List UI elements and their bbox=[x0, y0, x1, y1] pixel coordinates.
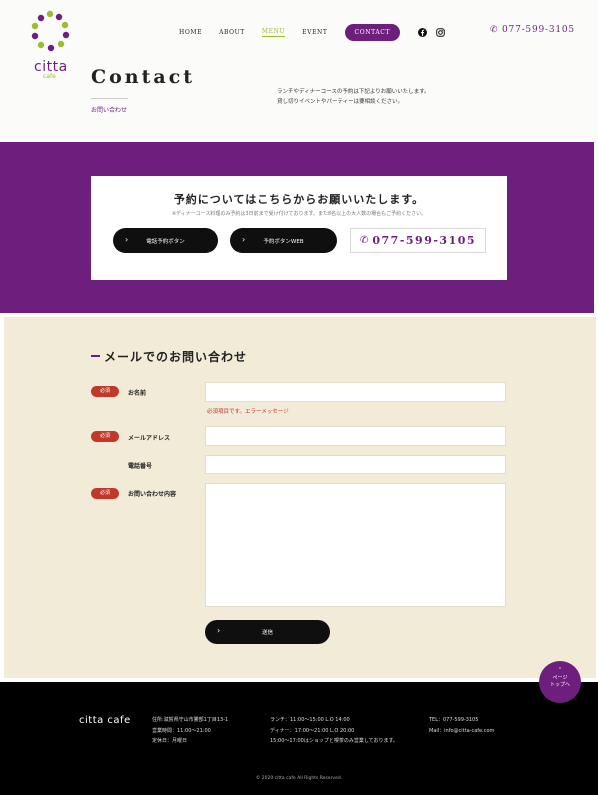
nav-about[interactable]: ABOUT bbox=[219, 29, 245, 36]
chevron-right-icon: › bbox=[125, 235, 129, 244]
footer-mail[interactable]: Mail：info@citta-cafe.com bbox=[429, 726, 494, 737]
page-subtitle: お問い合わせ bbox=[91, 107, 128, 114]
submit-button[interactable]: › 送信 bbox=[205, 620, 330, 644]
main-nav: HOME ABOUT MENU EVENT CONTACT bbox=[179, 23, 454, 41]
phone-label: 電話番号 bbox=[128, 463, 153, 470]
footer-time-col: ランチ：11:00〜15:00 L.O 14:00 ディナー：17:00〜21:… bbox=[270, 715, 398, 747]
email-label: メールアドレス bbox=[128, 435, 171, 442]
nav-menu[interactable]: MENU bbox=[261, 28, 286, 37]
chevron-up-icon: ˆ bbox=[558, 667, 562, 675]
nav-event[interactable]: EVENT bbox=[302, 29, 327, 36]
phone-icon: ✆ bbox=[359, 235, 369, 246]
intro-line-1: ランチやディナーコースの予約は下記よりお願いいたします。 bbox=[277, 89, 430, 95]
footer-lunch: ランチ：11:00〜15:00 L.O 14:00 bbox=[270, 717, 350, 723]
footer-closed: 定休日：月曜日 bbox=[152, 738, 188, 744]
email-input[interactable] bbox=[205, 426, 506, 446]
footer-logo[interactable]: citta cafe bbox=[79, 715, 131, 726]
message-textarea[interactable] bbox=[205, 483, 506, 607]
required-badge: 必須 bbox=[91, 488, 119, 499]
facebook-icon[interactable] bbox=[418, 27, 428, 37]
required-badge: 必須 bbox=[91, 386, 119, 397]
nav-home[interactable]: HOME bbox=[179, 29, 202, 36]
phone-reservation-button[interactable]: › 電話予約ボタン bbox=[113, 228, 218, 253]
reservation-title: 予約についてはこちらからお願いいたします。 bbox=[173, 193, 425, 206]
reservation-tel-number: 077-599-3105 bbox=[372, 234, 477, 247]
required-badge: 必須 bbox=[91, 431, 119, 442]
header-tel-number: 077-599-3105 bbox=[502, 25, 575, 35]
copyright: © 2020 citta cafe All Rights Reserved. bbox=[255, 776, 343, 781]
site-header: citta cafe HOME ABOUT MENU EVENT CONTACT… bbox=[0, 0, 598, 140]
instagram-icon[interactable] bbox=[436, 27, 445, 37]
form-heading-text: メールでのお問い合わせ bbox=[104, 350, 248, 364]
name-label: お名前 bbox=[128, 390, 147, 397]
footer-dinner: ディナー：17:00〜21:00 L.O 20:00 bbox=[270, 727, 355, 734]
nav-contact-button[interactable]: CONTACT bbox=[344, 23, 401, 41]
footer-address: 住所:滋賀県守山市勝部1丁目13-1 bbox=[152, 717, 229, 723]
web-reservation-label: 予約ボタンWEB bbox=[263, 238, 304, 245]
chevron-right-icon: › bbox=[242, 235, 246, 244]
name-input[interactable] bbox=[205, 382, 506, 402]
reservation-tel[interactable]: ✆ 077-599-3105 bbox=[350, 228, 486, 253]
intro-line-2: 貸し切りイベントやパーティーは要相談ください。 bbox=[277, 98, 404, 105]
footer-tel[interactable]: TEL：077-599-3105 bbox=[429, 715, 494, 726]
footer-contact-col: TEL：077-599-3105 Mail：info@citta-cafe.co… bbox=[429, 715, 494, 736]
page-top-line-1: ページ bbox=[552, 675, 568, 681]
footer-shop-note: 15:00〜17:00はショップと喫茶のみ営業しております。 bbox=[270, 738, 399, 744]
intro-text: ランチやディナーコースの予約は下記よりお願いいたします。 貸し切りイベントやパー… bbox=[277, 88, 517, 107]
web-reservation-button[interactable]: › 予約ボタンWEB bbox=[230, 228, 337, 253]
form-heading: メールでのお問い合わせ bbox=[91, 348, 247, 365]
page-title: Contact bbox=[91, 66, 196, 88]
phone-input[interactable] bbox=[205, 455, 506, 474]
header-tel[interactable]: ✆ 077-599-3105 bbox=[490, 25, 575, 35]
name-error-message: 必須項目です。エラーメッセージ bbox=[207, 409, 289, 415]
submit-label: 送信 bbox=[261, 630, 273, 636]
phone-reservation-label: 電話予約ボタン bbox=[146, 238, 185, 245]
heading-dash bbox=[91, 355, 100, 357]
message-label: お問い合わせ内容 bbox=[128, 491, 177, 498]
chevron-right-icon: › bbox=[217, 626, 221, 635]
logo-dots-icon bbox=[31, 10, 70, 52]
reservation-note: ※ディナーコース料理のみ予約は3日前まで受け付けております。また8名以上の大人数… bbox=[171, 211, 427, 217]
reservation-box: 予約についてはこちらからお願いいたします。 ※ディナーコース料理のみ予約は3日前… bbox=[91, 176, 507, 280]
page-top-button[interactable]: ˆ ページ トップへ bbox=[539, 661, 581, 703]
logo-sub: cafe bbox=[43, 73, 56, 80]
page-top-line-2: トップへ bbox=[549, 682, 570, 688]
site-footer: citta cafe 住所:滋賀県守山市勝部1丁目13-1 営業時間：11:00… bbox=[0, 682, 598, 795]
footer-hours: 営業時間：11:00〜21:00 bbox=[152, 727, 211, 734]
phone-icon: ✆ bbox=[490, 25, 499, 35]
title-divider bbox=[91, 98, 128, 99]
footer-address-col: 住所:滋賀県守山市勝部1丁目13-1 営業時間：11:00〜21:00 定休日：… bbox=[152, 715, 228, 747]
